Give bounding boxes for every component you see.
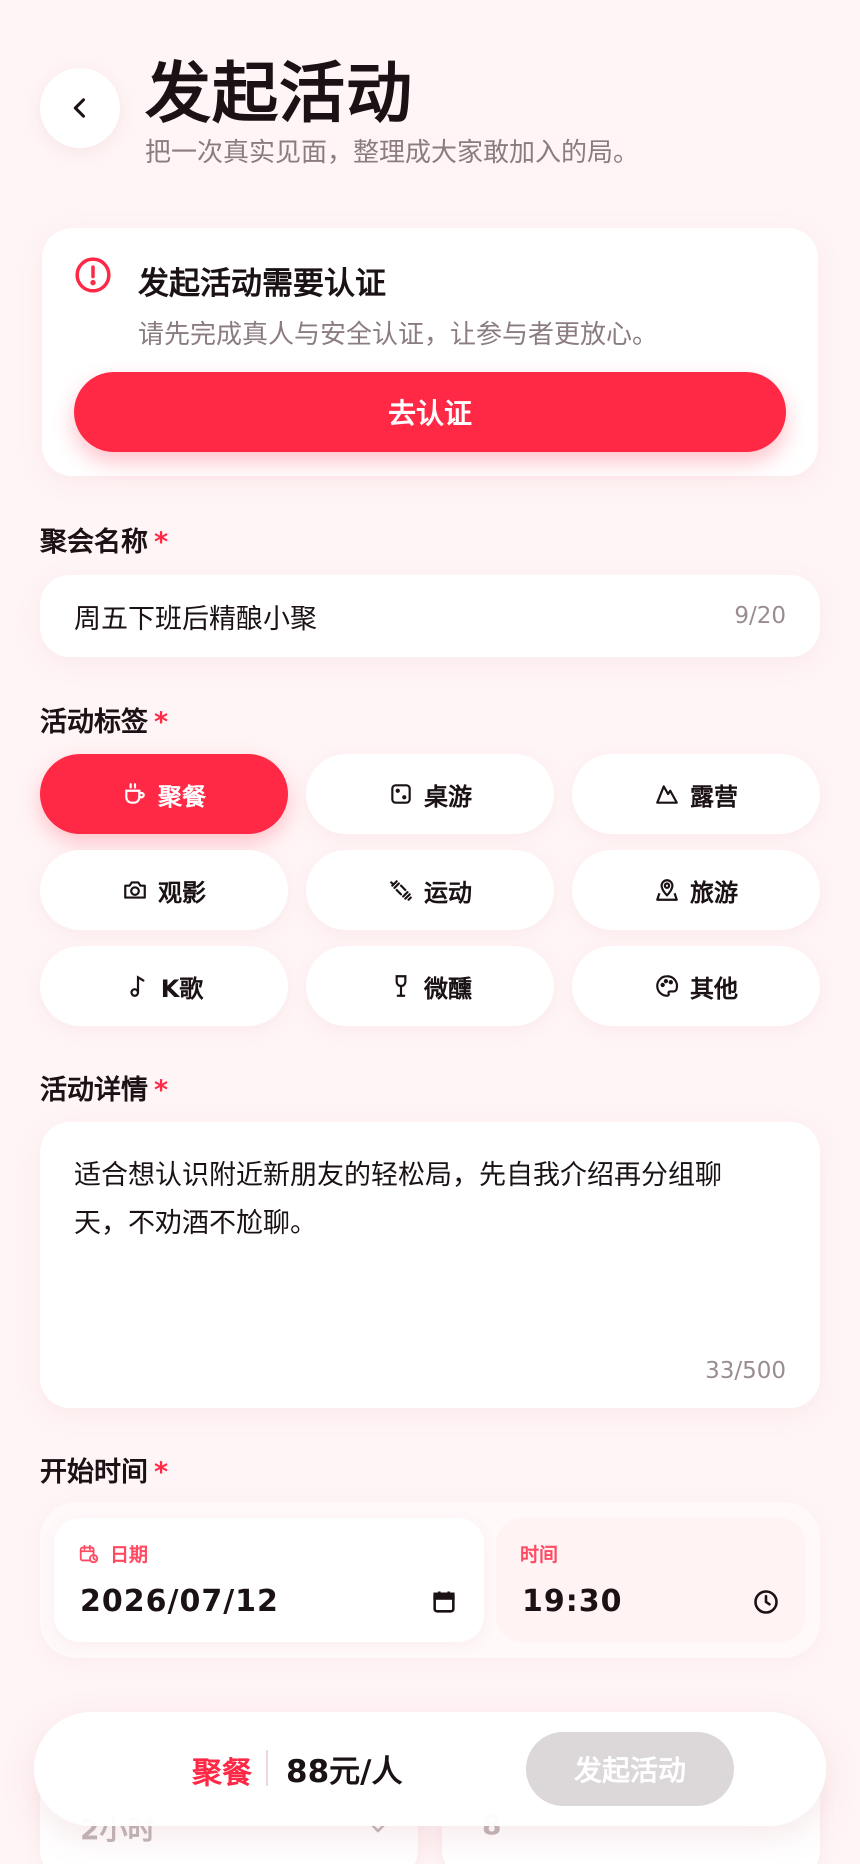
music-note-icon — [130, 975, 145, 997]
tag-travel[interactable]: 旅游 — [572, 850, 820, 930]
chevron-left-icon — [73, 98, 86, 118]
coffee-cup-icon — [125, 783, 145, 804]
event-detail-value: 适合想认识附近新朋友的轻松局，先自我介绍再分组聊天，不劝酒不尬聊。 — [74, 1160, 722, 1239]
tag-sports[interactable]: 运动 — [306, 850, 554, 930]
tag-label: 微醺 — [424, 974, 472, 1003]
verification-card: 发起活动需要认证 请先完成真人与安全认证，让参与者更放心。 去认证 — [42, 228, 818, 476]
clock-icon[interactable] — [752, 1588, 780, 1616]
tag-movies[interactable]: 观影 — [40, 850, 288, 930]
camera-icon — [124, 881, 146, 899]
start-time-section-label: 开始时间 * — [40, 1450, 168, 1489]
event-name-input[interactable]: 周五下班后精酿小聚 9/20 — [40, 575, 820, 657]
start-time-group: 日期 2026/07/12 时间 19:30 — [40, 1502, 820, 1658]
required-mark: * — [154, 1075, 169, 1106]
back-button[interactable] — [40, 68, 120, 148]
required-mark: * — [154, 1457, 169, 1488]
name-section-label: 聚会名称 * — [40, 520, 168, 559]
tag-board-games[interactable]: 桌游 — [306, 754, 554, 834]
detail-label-text: 活动详情 — [40, 1075, 148, 1106]
calendar-icon[interactable] — [430, 1588, 458, 1616]
tag-label: K歌 — [160, 974, 204, 1003]
time-value: 19:30 — [522, 1584, 623, 1619]
event-name-counter: 9/20 — [734, 603, 786, 629]
calendar-clock-icon — [79, 1544, 99, 1563]
tag-label: 旅游 — [690, 878, 738, 907]
page-title: 发起活动 — [145, 55, 413, 132]
event-detail-counter: 33/500 — [705, 1358, 786, 1384]
time-picker[interactable]: 时间 19:30 — [496, 1518, 806, 1642]
submit-event-button[interactable]: 发起活动 — [526, 1732, 734, 1806]
summary-divider — [266, 1750, 268, 1786]
required-mark: * — [154, 707, 169, 738]
time-label: 时间 — [520, 1540, 558, 1567]
tag-label: 其他 — [690, 974, 738, 1003]
tag-drinks[interactable]: 微醺 — [306, 946, 554, 1026]
date-value: 2026/07/12 — [80, 1584, 279, 1619]
tag-label: 桌游 — [424, 782, 472, 811]
mountain-icon — [656, 785, 678, 804]
verification-description: 请先完成真人与安全认证，让参与者更放心。 — [138, 320, 659, 350]
summary-price: 88元/人 — [286, 1754, 403, 1790]
palette-icon — [656, 975, 679, 997]
tag-karaoke[interactable]: K歌 — [40, 946, 288, 1026]
tag-other[interactable]: 其他 — [572, 946, 820, 1026]
wine-glass-icon — [395, 975, 407, 997]
detail-section-label: 活动详情 * — [40, 1068, 168, 1107]
tag-label: 观影 — [158, 878, 206, 907]
time-label-text: 时间 — [520, 1544, 559, 1566]
start-time-label-text: 开始时间 — [40, 1457, 148, 1488]
date-label-text: 日期 — [110, 1544, 149, 1566]
go-verify-button[interactable]: 去认证 — [74, 372, 786, 452]
verification-title: 发起活动需要认证 — [138, 266, 386, 302]
date-label: 日期 — [78, 1540, 148, 1567]
tag-label: 运动 — [424, 878, 472, 907]
required-mark: * — [154, 527, 169, 558]
bottom-action-bar: 聚餐 88元/人 发起活动 — [34, 1712, 826, 1826]
tags-label-text: 活动标签 — [40, 707, 148, 738]
summary-tag: 聚餐 — [192, 1756, 252, 1791]
tags-section-label: 活动标签 * — [40, 700, 168, 739]
tag-camping[interactable]: 露营 — [572, 754, 820, 834]
map-pin-icon — [656, 879, 678, 901]
tag-label: 露营 — [690, 782, 738, 811]
tag-dining[interactable]: 聚餐 — [40, 754, 288, 834]
tag-label: 聚餐 — [158, 782, 206, 811]
alert-circle-icon — [75, 257, 111, 293]
dumbbell-icon — [390, 880, 412, 901]
page-subtitle: 把一次真实见面，整理成大家敢加入的局。 — [145, 138, 640, 168]
dice-icon — [391, 784, 411, 804]
date-picker[interactable]: 日期 2026/07/12 — [54, 1518, 484, 1642]
name-label-text: 聚会名称 — [40, 527, 148, 558]
event-detail-textarea[interactable]: 适合想认识附近新朋友的轻松局，先自我介绍再分组聊天，不劝酒不尬聊。 33/500 — [40, 1122, 820, 1408]
event-name-value: 周五下班后精酿小聚 — [74, 603, 317, 635]
